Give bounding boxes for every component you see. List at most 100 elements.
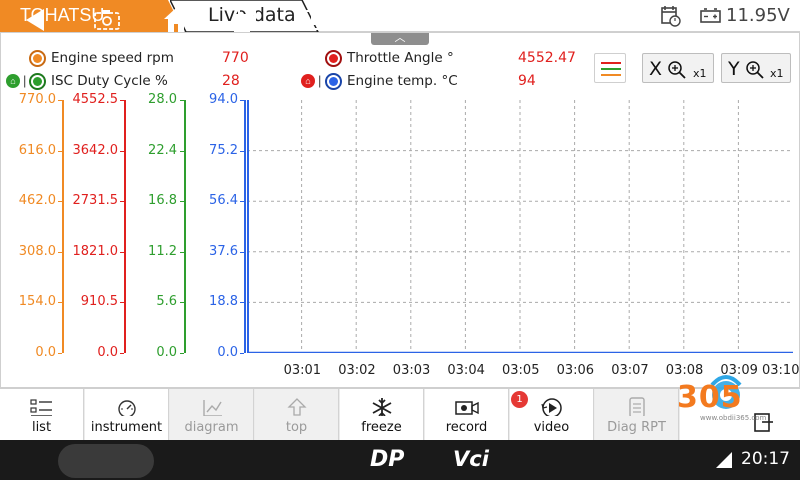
vci-connector-icon[interactable] (301, 6, 331, 34)
watermark-text: 305 (677, 380, 743, 415)
y-tick-mark (240, 100, 244, 101)
gauge-icon (118, 400, 136, 416)
home-icon[interactable] (162, 6, 190, 34)
param-label: ISC Duty Cycle % (51, 73, 168, 89)
report-icon (629, 397, 645, 416)
record-label: record (445, 420, 488, 435)
series-lines-icon (601, 62, 621, 76)
y-tick-label: 16.8 (148, 193, 177, 209)
y-tick-mark (240, 302, 244, 304)
separator: | (23, 73, 27, 88)
y-tick-mark (58, 251, 62, 253)
param-value: 770 (222, 50, 249, 66)
instrument-button[interactable]: instrument (85, 389, 169, 441)
diag-report-button[interactable]: Diag RPT (595, 389, 679, 441)
y-tick-label: 0.0 (35, 345, 56, 360)
back-icon[interactable] (22, 6, 50, 34)
list-label: list (31, 420, 52, 435)
y-tick-label: 0.0 (156, 345, 177, 360)
screenshot-pill[interactable] (58, 444, 154, 478)
dp-icon[interactable]: DP (370, 447, 404, 475)
y-zoom-scale: x1 (770, 67, 784, 80)
diagram-label: diagram (184, 420, 239, 435)
y-tick-label: 56.4 (209, 193, 238, 209)
collapse-handle[interactable]: ︿ (371, 33, 429, 45)
y-tick-label: 11.2 (148, 243, 177, 259)
zoom-in-icon (668, 61, 686, 79)
param-value: 4552.47 (518, 50, 576, 66)
watermark-url: www.obdii365.com (700, 414, 767, 422)
y-tick-label: 770.0 (18, 92, 56, 107)
arrow-up-icon (287, 398, 307, 416)
screenshot-icon (94, 10, 120, 30)
vci-icon[interactable]: Vci (453, 447, 489, 475)
diag-report-label: Diag RPT (607, 420, 666, 435)
x-zoom-scale: x1 (693, 67, 707, 80)
separator: | (318, 73, 322, 88)
y-tick-label: 22.4 (148, 142, 177, 158)
series-dot-icon (29, 50, 46, 67)
y-tick-label: 94.0 (209, 92, 238, 107)
y-tick-mark (120, 353, 124, 354)
y-tick-mark (180, 201, 184, 203)
param-value: 28 (222, 73, 240, 89)
param-value: 94 (518, 73, 536, 89)
y-axis-line (62, 100, 64, 353)
param-engine-speed[interactable]: Engine speed rpm (29, 49, 219, 69)
x-tick-label: 03:03 (392, 363, 431, 378)
y-tick-mark (180, 251, 184, 253)
list-button[interactable]: list (0, 389, 84, 441)
x-tick-label: 03:07 (611, 363, 649, 378)
recent-apps-icon[interactable] (231, 6, 259, 34)
record-button[interactable]: record (425, 389, 509, 441)
freeze-button[interactable]: freeze (340, 389, 424, 441)
y-tick-mark (58, 353, 62, 354)
schedule-icon[interactable] (660, 5, 682, 27)
lock-icon[interactable]: ⌂ (6, 74, 20, 88)
y-axis-label: Y (728, 58, 740, 80)
series-dot-icon (29, 73, 46, 90)
series-dot-icon (325, 50, 342, 67)
y-tick-mark (120, 302, 124, 304)
y-tick-label: 910.5 (80, 294, 118, 310)
x-tick-label: 03:05 (502, 363, 540, 378)
top-label: top (285, 420, 308, 435)
diagram-button[interactable]: diagram (170, 389, 254, 441)
system-clock: 20:17 (741, 449, 790, 469)
video-badge: 1 (511, 391, 528, 408)
y-tick-mark (58, 302, 62, 304)
x-tick-label: 03:06 (556, 363, 595, 378)
y-tick-label: 28.0 (148, 92, 177, 107)
y-tick-label: 0.0 (217, 345, 238, 360)
y-tick-mark (120, 100, 124, 101)
x-tick-label: 03:01 (283, 363, 322, 378)
param-label: Engine temp. °C (347, 73, 458, 89)
y-axis-line (184, 100, 186, 353)
y-axis-line (124, 100, 126, 353)
y-tick-label: 1821.0 (72, 243, 119, 259)
x-axis-label: X (649, 58, 663, 80)
param-engine-temp[interactable]: Engine temp. °C (325, 72, 515, 92)
diagram-icon (203, 400, 222, 416)
param-isc-duty[interactable]: ISC Duty Cycle % (29, 72, 219, 92)
y-tick-mark (180, 100, 184, 101)
y-zoom-button[interactable]: Y x1 (721, 53, 791, 83)
wifi-icon (691, 455, 702, 469)
y-tick-mark (120, 201, 124, 203)
series-dot-icon (325, 73, 342, 90)
param-throttle-angle[interactable]: Throttle Angle ° (325, 49, 515, 69)
y-tick-mark (240, 150, 244, 152)
x-zoom-button[interactable]: X x1 (642, 53, 714, 83)
lock-icon[interactable]: ⌂ (301, 74, 315, 88)
y-tick-label: 3642.0 (72, 142, 119, 158)
y-tick-mark (180, 150, 184, 152)
freeze-label: freeze (361, 420, 402, 435)
chart-plot-area[interactable] (247, 100, 793, 353)
battery-icon (700, 8, 721, 23)
y-tick-mark (180, 353, 184, 354)
layout-toggle-button[interactable] (594, 53, 626, 83)
y-tick-mark (58, 100, 62, 101)
param-label: Throttle Angle ° (347, 50, 454, 66)
camera-icon (455, 401, 479, 415)
top-button[interactable]: top (255, 389, 339, 441)
